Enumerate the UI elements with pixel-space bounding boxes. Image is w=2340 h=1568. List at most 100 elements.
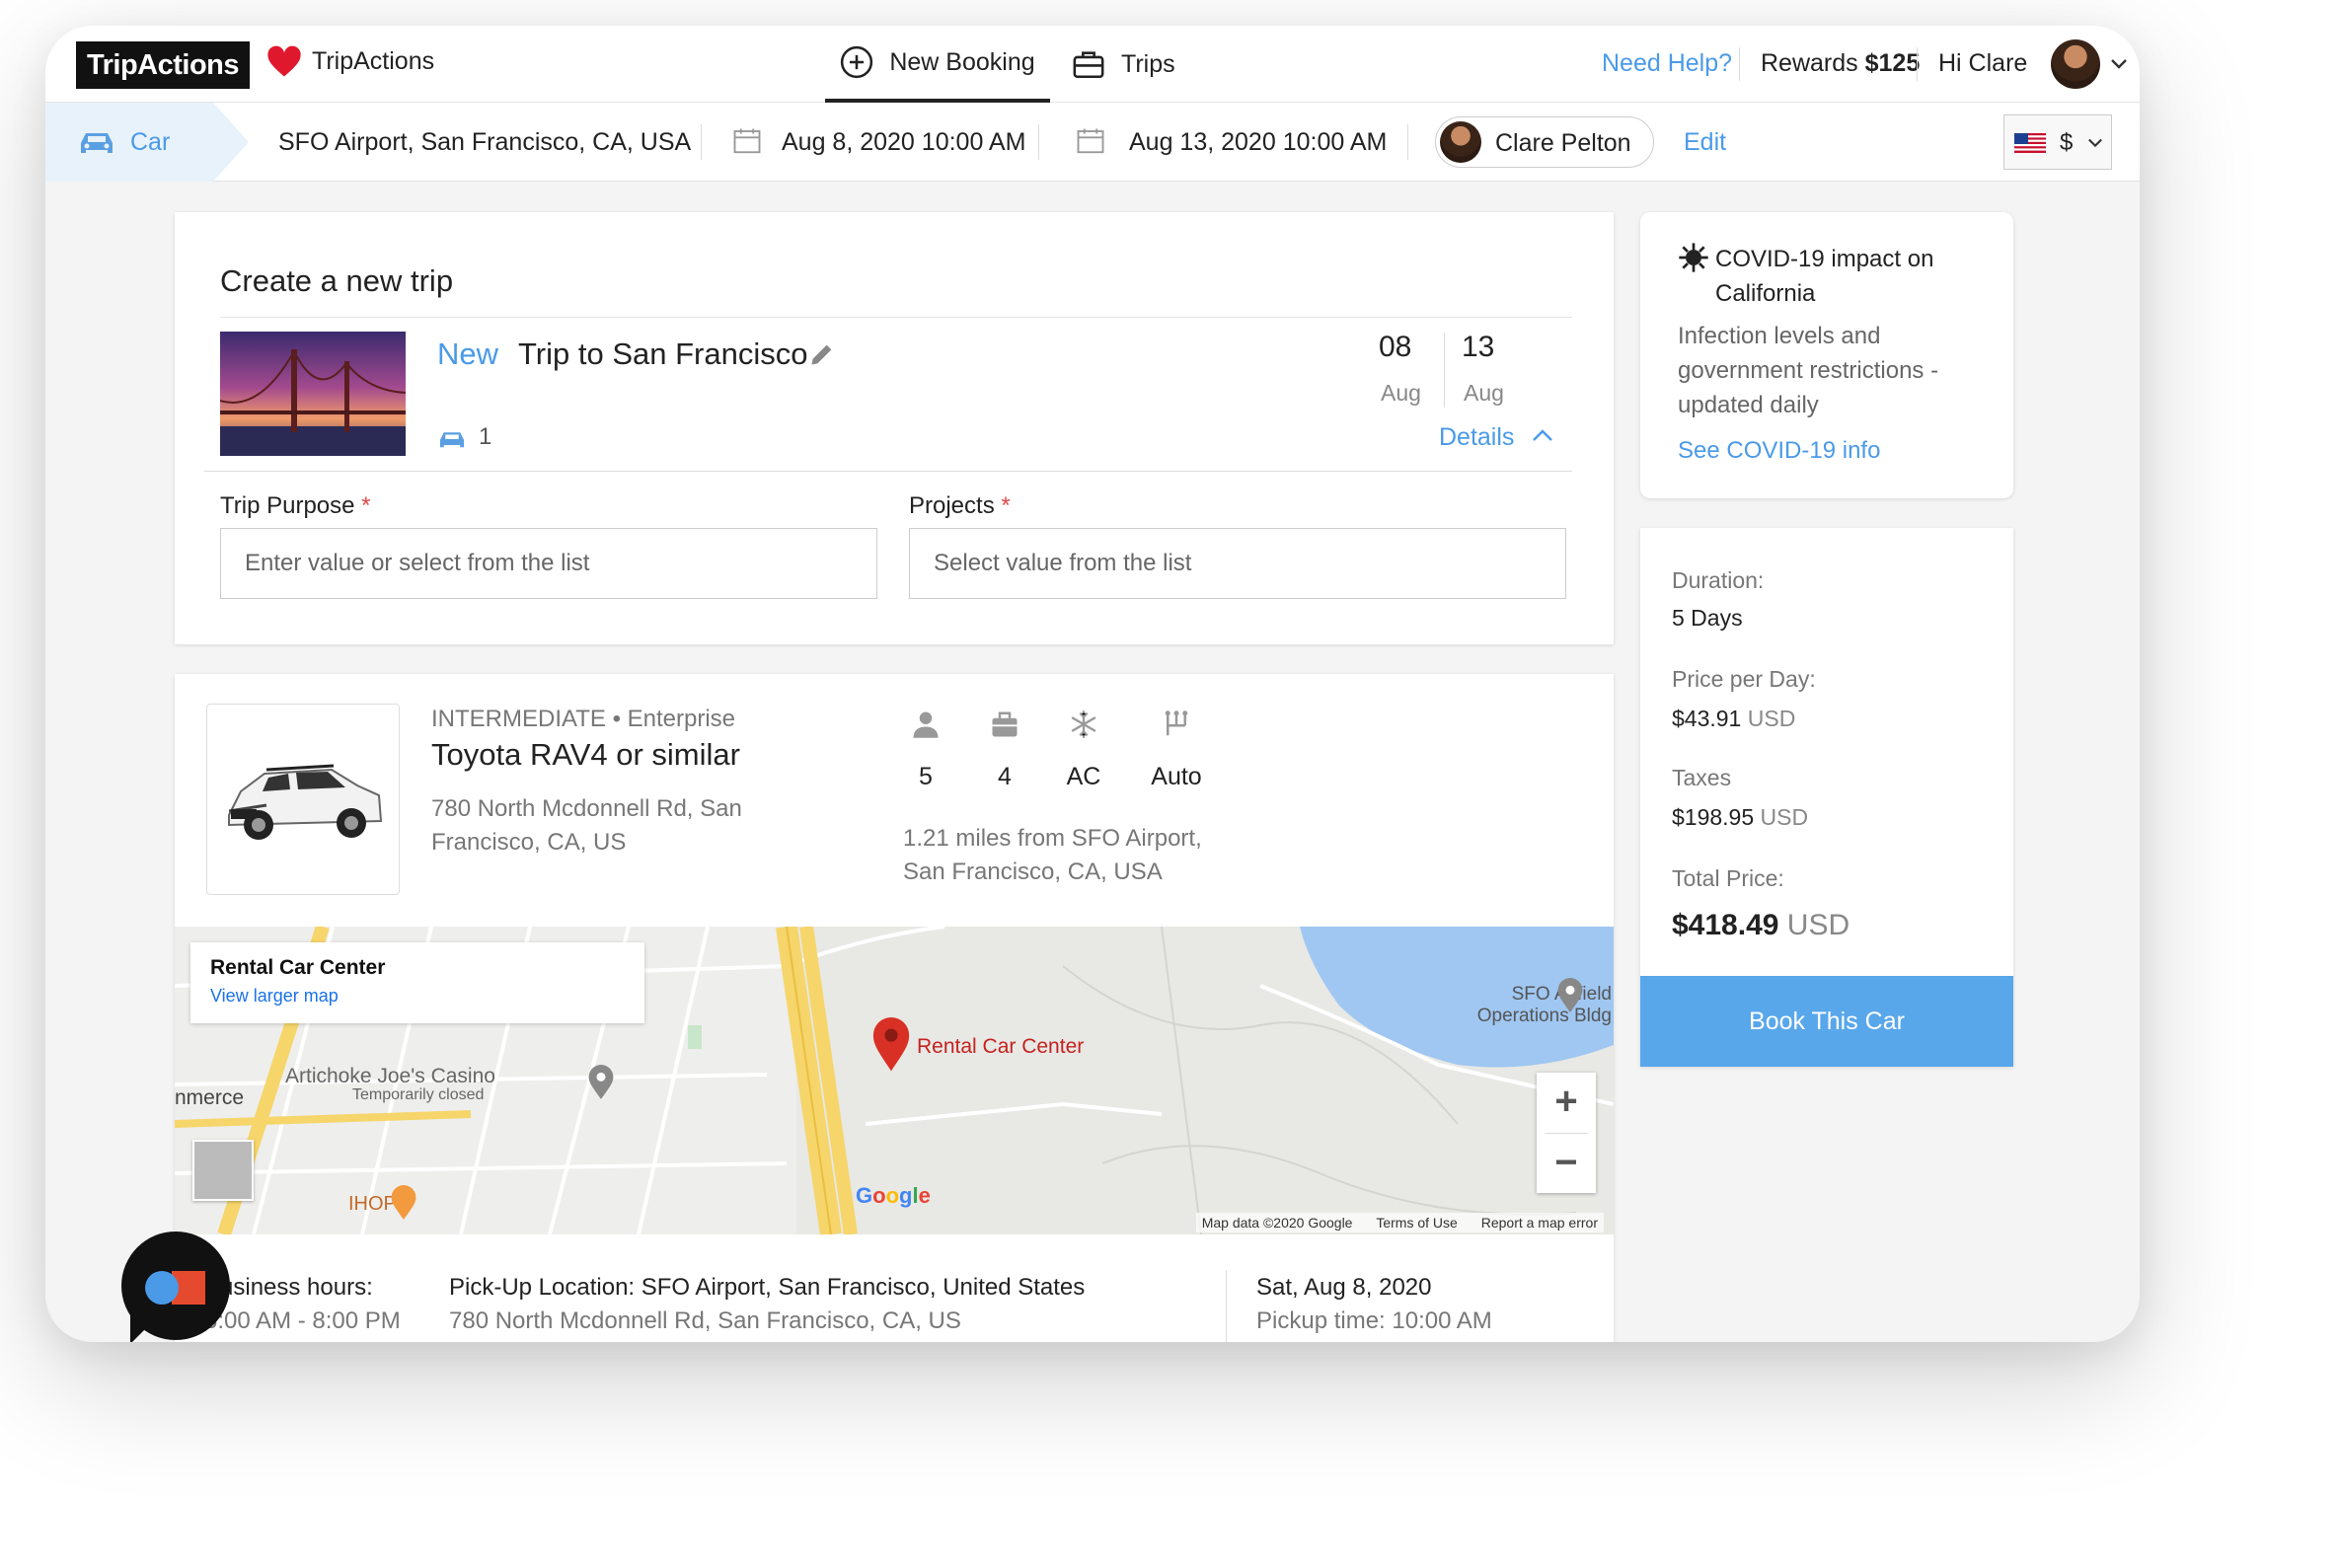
price-per-day-label: Price per Day: [1672,666,1816,692]
suitcase-icon [992,711,1018,737]
taxes: $198.95 USD [1672,804,1808,831]
calendar-icon [1077,128,1104,154]
price-per-day: $43.91 USD [1672,706,1795,732]
search-summary-bar: Car SFO Airport, San Francisco, CA, USA … [45,103,2140,182]
map[interactable]: Rental Car Center View larger map nmerce… [175,927,1614,1234]
map-poi-casino-status: Temporarily closed [352,1086,485,1103]
divider [204,471,1572,472]
need-help-link[interactable]: Need Help? [1602,49,1732,78]
rewards[interactable]: Rewards $125 [1761,49,1920,78]
pickup-datetime[interactable]: Aug 8, 2020 10:00 AM [782,128,1025,157]
snowflake-icon [1071,710,1096,738]
required-mark: * [1001,492,1011,519]
divider [1444,333,1445,408]
calendar-icon [733,128,761,154]
map-attribution: Map data ©2020 Google Terms of Use Repor… [1195,1213,1604,1232]
business-hours-value: 6:00 AM - 8:00 PM [204,1307,401,1334]
pencil-icon[interactable] [808,340,836,368]
plus-circle-icon [841,45,873,79]
trip-purpose-input[interactable] [220,528,877,599]
avatar [1440,121,1481,163]
person-icon [913,711,939,738]
us-flag-icon [2014,133,2046,153]
currency-code: USD [1786,909,1850,941]
brand-name: TripActions [312,47,435,75]
pickup-location-value: 780 North Mcdonnell Rd, San Francisco, C… [449,1307,961,1334]
projects-input[interactable] [909,528,1566,599]
heart-icon [267,45,301,77]
zoom-out-button[interactable]: − [1537,1134,1596,1193]
map-poi-casino[interactable]: Artichoke Joe's Casino [285,1065,495,1088]
car-icon [81,133,113,153]
tab-trips[interactable]: Trips [1072,26,1175,103]
user-greeting[interactable]: Hi Clare [1938,49,2027,78]
location-pin-icon[interactable] [871,1017,911,1073]
trip-purpose-label-text: Trip Purpose [220,492,355,519]
divider [1407,124,1408,160]
create-trip-card: Create a new trip New Trip to San Franci… [175,212,1614,644]
view-larger-map-link[interactable]: View larger map [210,986,339,1007]
total-price-amount: $418.49 [1672,909,1779,941]
car-model[interactable]: Toyota RAV4 or similar [431,737,740,773]
currency-symbol: $ [2060,129,2074,156]
edit-search-link[interactable]: Edit [1684,128,1726,157]
chevron-up-icon[interactable] [1532,427,1553,443]
trip-start-month: Aug [1381,380,1421,406]
book-car-button[interactable]: Book This Car [1640,976,2013,1067]
map-pin-icon [588,1065,614,1099]
tab-new-booking[interactable]: New Booking [825,26,1050,103]
mode-car[interactable]: Car [45,103,213,182]
traveler-pill[interactable]: Clare Pelton [1435,116,1654,168]
search-location[interactable]: SFO Airport, San Francisco, CA, USA [278,128,691,157]
required-mark: * [361,492,371,519]
map-pin-label: Rental Car Center [917,1035,1085,1058]
map-area-label: nmerce [175,1086,245,1109]
covid-title: COVID-19 impact on California [1715,246,1934,307]
trip-car-count: 1 [479,423,492,450]
logo[interactable]: TripActions [76,41,250,89]
trip-name[interactable]: Trip to San Francisco [518,336,807,372]
car-offer-card: INTERMEDIATE • Enterprise Toyota RAV4 or… [175,674,1614,1342]
details-toggle[interactable]: Details [1439,423,1514,452]
top-navigation: TripActions TripActions New Booking Trip… [45,26,2140,103]
projects-label: Projects * [909,492,1011,520]
zoom-in-button[interactable]: + [1537,1073,1596,1132]
transmission: Auto [1151,763,1202,790]
chat-widget-dot [145,1271,179,1305]
trip-purpose-label: Trip Purpose * [220,492,371,520]
mode-arrow [213,103,249,182]
trip-end-day: 13 [1462,331,1495,363]
bags-count: 4 [998,763,1012,790]
restaurant-pin-icon [391,1185,416,1220]
map-report-link[interactable]: Report a map error [1481,1215,1598,1231]
chevron-down-icon [2088,138,2102,148]
divider [1226,1270,1227,1342]
chevron-down-icon[interactable] [2110,57,2128,71]
trip-new-tag: New [437,336,499,371]
map-poi-sfo[interactable]: SFO Airfield Operations Bldg [1454,984,1612,1027]
street-view-thumbnail[interactable] [192,1140,254,1201]
virus-icon [1679,243,1708,272]
pickup-location-label: Pick-Up Location: SFO Airport, San Franc… [449,1274,1086,1301]
currency-code: USD [1747,706,1796,731]
map-info-popup: Rental Car Center View larger map [190,942,644,1023]
car-icon [440,432,464,448]
pickup-time: Pickup time: 10:00 AM [1256,1307,1492,1334]
divider [1038,124,1039,160]
divider [220,317,1572,318]
divider [1917,47,1918,81]
map-data-credit: Map data ©2020 Google [1201,1215,1353,1231]
covid-info-link[interactable]: See COVID-19 info [1678,437,1880,465]
gear-shift-icon [1165,710,1188,736]
duration-value: 5 Days [1672,605,1743,631]
car-image [206,704,400,895]
tab-new-booking-label: New Booking [889,47,1035,76]
dropoff-datetime[interactable]: Aug 13, 2020 10:00 AM [1129,128,1387,157]
map-terms-link[interactable]: Terms of Use [1376,1215,1457,1231]
zoom-controls: + − [1537,1073,1596,1193]
avatar[interactable] [2051,39,2100,89]
total-price-label: Total Price: [1672,865,1784,891]
currency-select[interactable]: $ [2003,114,2112,170]
price-summary-card: Duration: 5 Days Price per Day: $43.91 U… [1640,528,2013,1067]
currency-code: USD [1760,804,1809,830]
